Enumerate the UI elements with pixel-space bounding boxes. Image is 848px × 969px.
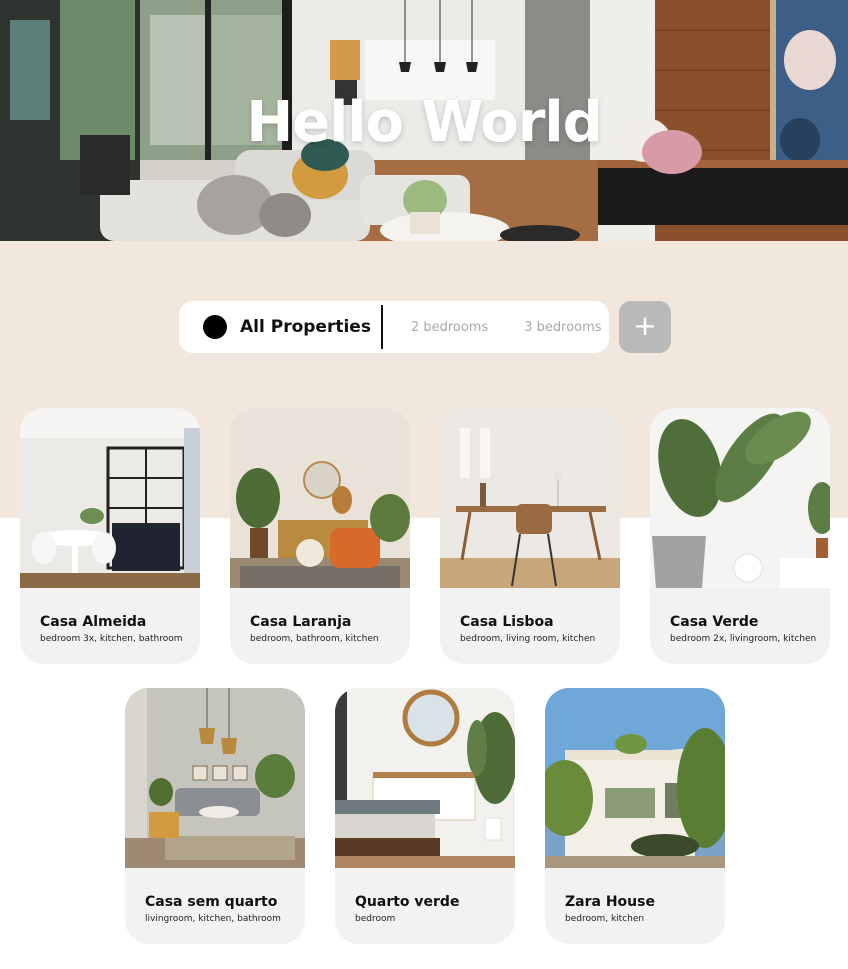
property-rooms: bedroom, bathroom, kitchen (250, 634, 379, 644)
property-name: Casa Almeida (40, 614, 147, 630)
add-filter-button[interactable]: + (619, 301, 671, 353)
property-photo (230, 408, 410, 588)
property-card-casa-verde[interactable]: Casa Verde bedroom 2x, livingroom, kitch… (650, 408, 830, 664)
plus-icon: + (633, 308, 657, 342)
property-name: Casa Lisboa (460, 614, 554, 630)
property-card-quarto-verde[interactable]: Quarto verde bedroom (335, 688, 515, 944)
property-rooms: bedroom 3x, kitchen, bathroom (40, 634, 183, 644)
property-rooms: bedroom 2x, livingroom, kitchen (670, 634, 817, 644)
casa-almeida-image (20, 408, 200, 588)
property-photo (20, 408, 200, 588)
filter-all-properties[interactable]: All Properties (240, 317, 371, 337)
property-photo (125, 688, 305, 868)
filter-divider (380, 305, 383, 349)
property-card-casa-laranja[interactable]: Casa Laranja bedroom, bathroom, kitchen (230, 408, 410, 664)
property-rooms: bedroom (355, 914, 396, 924)
hero-banner: Hello World (0, 0, 848, 241)
property-rooms: livingroom, kitchen, bathroom (145, 914, 281, 924)
property-name: Zara House (565, 894, 655, 910)
hero-title: Hello World (246, 90, 602, 155)
property-photo (545, 688, 725, 868)
zara-house-image (545, 688, 725, 868)
property-photo (335, 688, 515, 868)
filter-option-2-bedrooms[interactable]: 2 bedrooms (411, 320, 488, 335)
property-name: Casa Laranja (250, 614, 352, 630)
casa-laranja-image (230, 408, 410, 588)
property-rooms: bedroom, kitchen (565, 914, 645, 924)
property-name: Casa Verde (670, 614, 759, 630)
property-card-casa-sem-quarto[interactable]: Casa sem quarto livingroom, kitchen, bat… (125, 688, 305, 944)
property-card-casa-lisboa[interactable]: Casa Lisboa bedroom, living room, kitche… (440, 408, 620, 664)
property-photo (650, 408, 830, 588)
casa-verde-image (650, 408, 830, 588)
property-rooms: bedroom, living room, kitchen (460, 634, 596, 644)
casa-sem-quarto-image (125, 688, 305, 868)
property-name: Quarto verde (355, 894, 460, 910)
property-photo (440, 408, 620, 588)
property-card-casa-almeida[interactable]: Casa Almeida bedroom 3x, kitchen, bathro… (20, 408, 200, 664)
property-filter-bar: All Properties 2 bedrooms 3 bedrooms (179, 301, 609, 353)
property-card-zara-house[interactable]: Zara House bedroom, kitchen (545, 688, 725, 944)
property-name: Casa sem quarto (145, 894, 278, 910)
casa-lisboa-image (440, 408, 620, 588)
quarto-verde-image (335, 688, 515, 868)
active-indicator-icon (203, 315, 227, 339)
filter-option-3-bedrooms[interactable]: 3 bedrooms (524, 320, 601, 335)
